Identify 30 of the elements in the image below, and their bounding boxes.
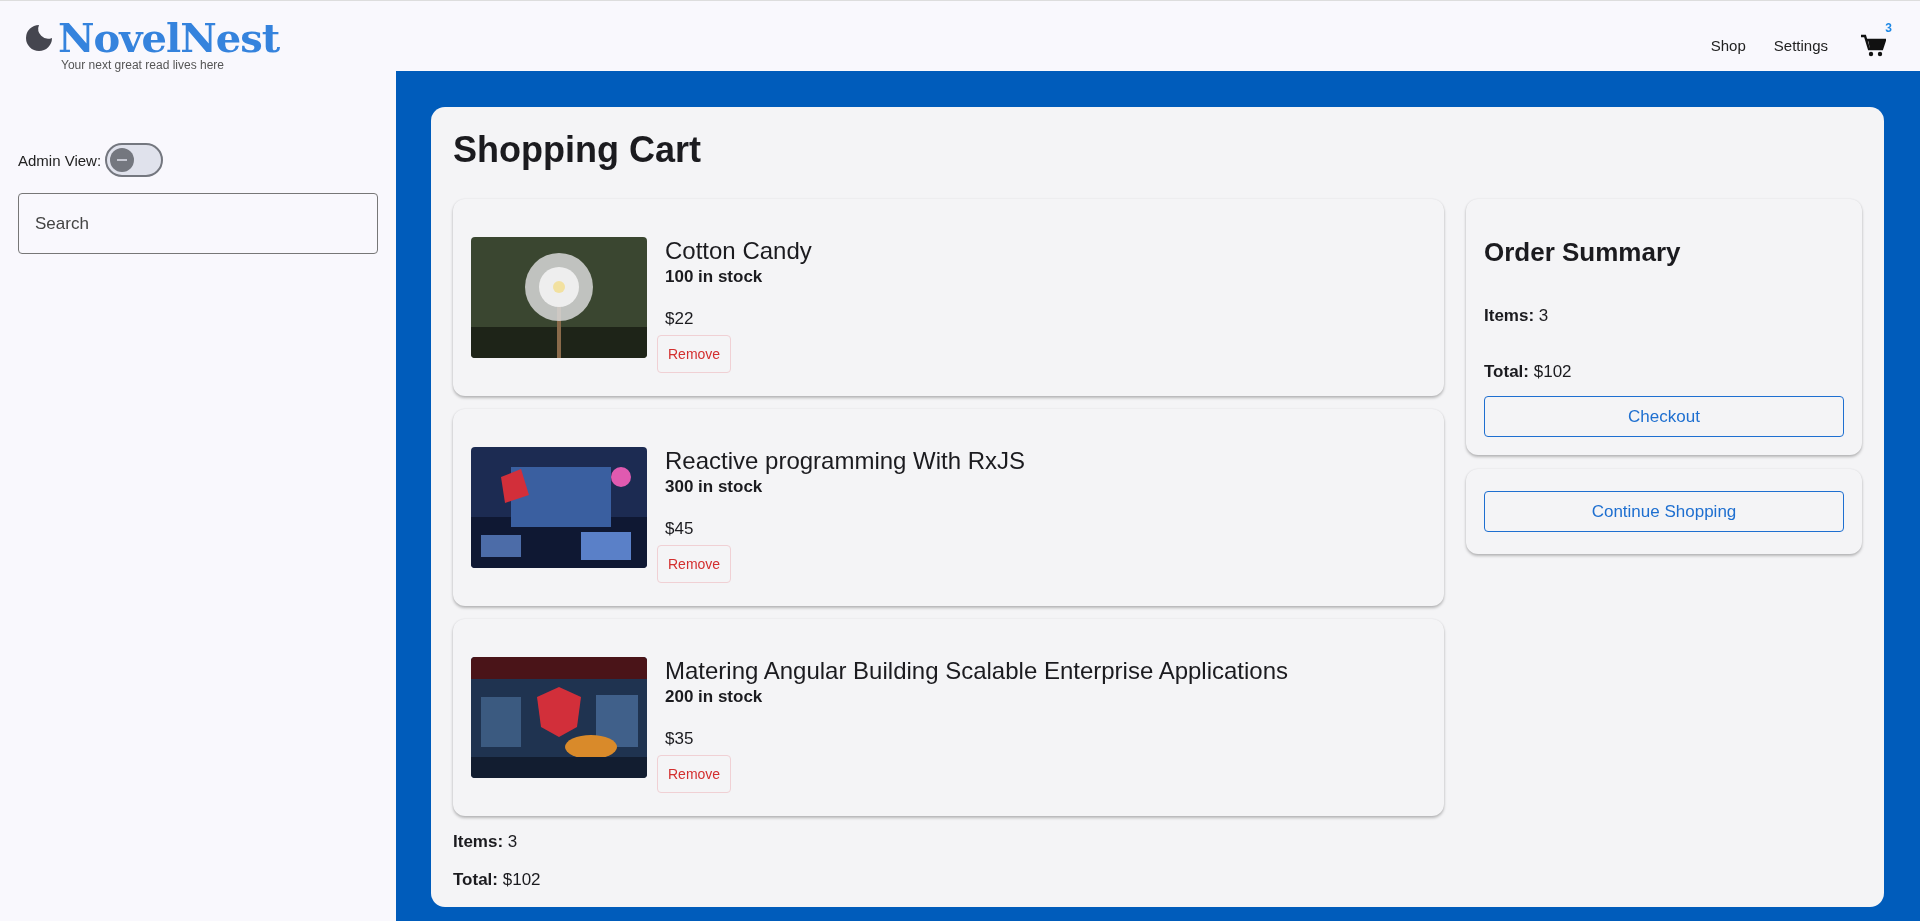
nav-link[interactable]: Shop: [1710, 36, 1746, 54]
summary-line: Items: 3: [1484, 306, 1550, 326]
cart-total-line: Total: $102: [453, 870, 542, 890]
book-price: $35: [665, 729, 694, 749]
stock-count: 200 in stock: [665, 687, 763, 707]
nav-link[interactable]: Settings: [1773, 36, 1828, 54]
remove-button[interactable]: Remove: [657, 335, 732, 373]
admin-view-toggle[interactable]: [105, 143, 164, 177]
continue-shopping-button[interactable]: Continue Shopping: [1484, 491, 1844, 532]
cart-count: 3: [1885, 21, 1892, 35]
summary-title: Order Summary: [1484, 237, 1682, 268]
cart-total-line: Items: 3: [453, 832, 519, 852]
book-price: $22: [665, 309, 694, 329]
tagline: Your next great read lives here: [61, 58, 225, 72]
cart-icon[interactable]: [1860, 34, 1886, 58]
brand-logo[interactable]: NovelNest: [58, 18, 280, 58]
book-title: Matering Angular Building Scalable Enterprise Applications: [665, 657, 1289, 685]
checkout-button[interactable]: Checkout: [1484, 396, 1844, 437]
summary-line: Total: $102: [1484, 362, 1573, 382]
admin-view-label: Admin View:: [18, 151, 102, 169]
book-price: $45: [665, 519, 694, 539]
remove-button[interactable]: Remove: [657, 755, 732, 793]
book-title: Reactive programming With RxJS: [665, 447, 1026, 475]
search-field[interactable]: Search: [18, 193, 378, 254]
remove-button[interactable]: Remove: [657, 545, 732, 583]
stock-count: 300 in stock: [665, 477, 763, 497]
page-title: Shopping Cart: [453, 129, 702, 171]
book-title: Cotton Candy: [665, 237, 812, 265]
stock-count: 100 in stock: [665, 267, 763, 287]
moon-icon: [24, 23, 54, 53]
